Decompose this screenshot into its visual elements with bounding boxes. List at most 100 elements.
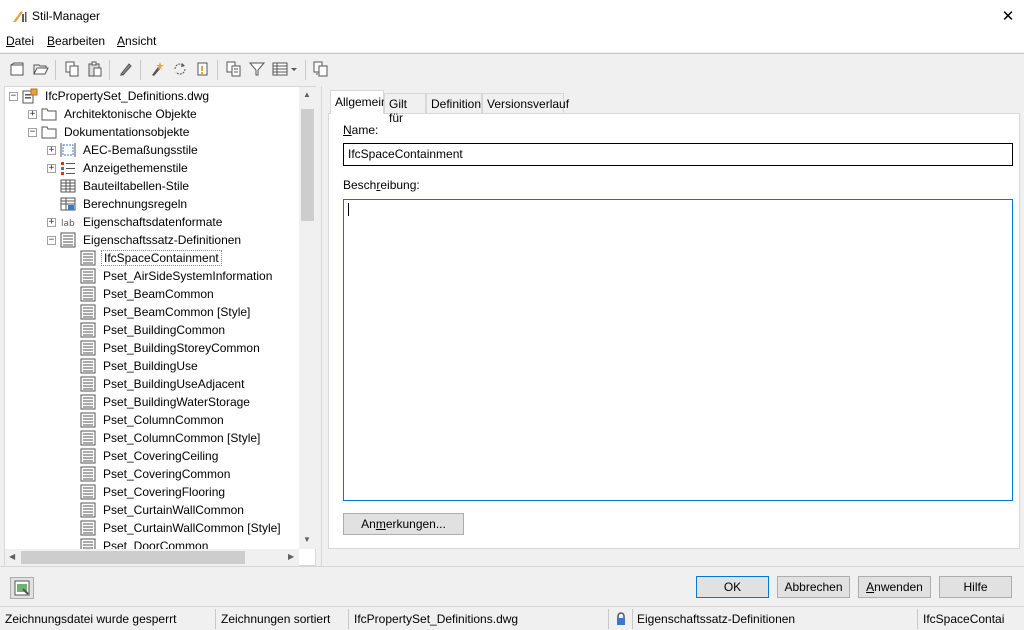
tree-horizontal-scrollbar[interactable]: ◀ ▶: [5, 549, 299, 566]
preview-icon: [14, 580, 30, 596]
new-drawing-icon: [10, 62, 24, 76]
tab-gilt-fuer[interactable]: Gilt für: [384, 93, 426, 125]
tree-item-eigenschaftssatz-definitionen[interactable]: − Eigenschaftssatz-Definitionen: [47, 231, 243, 249]
description-label: Beschreibung:: [343, 178, 420, 192]
filter-button[interactable]: [247, 59, 267, 79]
property-set-icon: [80, 394, 96, 410]
close-button[interactable]: ✕: [994, 2, 1022, 30]
filter-view-icon: [226, 61, 241, 77]
apply-button[interactable]: Anwenden: [858, 576, 931, 598]
tree-item-property-set[interactable]: Pset_CoveringCeiling: [80, 447, 220, 465]
style-tree[interactable]: − IfcPropertySet_Definitions.dwg + Archi…: [4, 86, 316, 566]
cancel-button[interactable]: Abbrechen: [777, 576, 850, 598]
tab-versionsverlauf[interactable]: Versionsverlauf: [482, 93, 569, 113]
tree-item-property-set[interactable]: Pset_CoveringCommon: [80, 465, 232, 483]
title-bar: [0, 0, 1024, 32]
tree-item-label: Pset_CurtainWallCommon: [103, 503, 244, 517]
property-set-icon: [80, 376, 96, 392]
property-set-icon: [80, 520, 96, 536]
tab-definition[interactable]: Definition: [426, 93, 482, 113]
filter-icon: [249, 62, 265, 76]
tab-allgemein[interactable]: Allgemein: [330, 90, 388, 114]
toggle-preview-button[interactable]: [10, 577, 34, 599]
tree-item-property-set[interactable]: Pset_BuildingStoreyCommon: [80, 339, 262, 357]
status-style: IfcSpaceContai: [923, 612, 1005, 626]
folder-icon: [41, 108, 57, 121]
property-set-icon: [80, 358, 96, 374]
tree-item-berechnungsregeln[interactable]: Berechnungsregeln: [47, 195, 189, 213]
tree-item-label: Pset_BuildingUseAdjacent: [103, 377, 245, 391]
sync-button[interactable]: [170, 59, 190, 79]
notes-button[interactable]: An m erkungen...: [343, 513, 464, 535]
scroll-up-icon[interactable]: ▲: [303, 90, 311, 99]
expand-icon[interactable]: +: [28, 109, 37, 119]
property-set-icon: [80, 268, 96, 284]
collapse-icon[interactable]: −: [28, 127, 37, 137]
copy-button[interactable]: [62, 59, 82, 79]
tree-item-property-set[interactable]: Pset_BeamCommon: [80, 285, 216, 303]
property-set-icon: [80, 322, 96, 338]
expand-icon[interactable]: +: [47, 217, 56, 227]
tree-item-anzeigethemenstile[interactable]: + Anzeigethemenstile: [47, 159, 190, 177]
filter-view-button[interactable]: [224, 59, 244, 79]
scroll-thumb[interactable]: [21, 551, 245, 564]
drawing-file-icon: [22, 88, 38, 104]
view-mode-dropdown[interactable]: [270, 59, 300, 79]
property-set-icon: [80, 502, 96, 518]
tree-item-property-set[interactable]: Pset_CurtainWallCommon: [80, 501, 246, 519]
text-caret: [348, 203, 349, 216]
tree-item-label: Pset_ColumnCommon: [103, 413, 224, 427]
menu-ansicht[interactable]: Ansicht: [117, 34, 156, 48]
tree-item-bauteiltabellen-stile[interactable]: Bauteiltabellen-Stile: [47, 177, 191, 195]
tree-vertical-scrollbar[interactable]: ▲ ▼: [299, 87, 316, 549]
calculation-rule-icon: [60, 197, 76, 211]
scroll-right-icon[interactable]: ▶: [288, 552, 294, 561]
scroll-down-icon[interactable]: ▼: [303, 535, 311, 544]
tree-item-label: Pset_CoveringCommon: [103, 467, 231, 481]
tree-item-property-set[interactable]: Pset_BeamCommon [Style]: [80, 303, 252, 321]
scroll-left-icon[interactable]: ◀: [9, 552, 15, 561]
menu-datei[interactable]: Datei: [6, 34, 34, 48]
tree-item-property-set[interactable]: Pset_BuildingUse: [80, 357, 200, 375]
tree-item-property-set[interactable]: Pset_AirSideSystemInformation: [80, 267, 274, 285]
tree-item-property-set[interactable]: Pset_CoveringFlooring: [80, 483, 227, 501]
tree-item-architektonische-objekte[interactable]: + Architektonische Objekte: [28, 105, 199, 123]
tree-item-property-set[interactable]: IfcSpaceContainment: [80, 249, 222, 267]
data-format-icon: lab: [61, 219, 75, 229]
name-input[interactable]: IfcSpaceContainment: [343, 143, 1013, 166]
scroll-thumb[interactable]: [301, 109, 314, 221]
purge-button[interactable]: [147, 59, 167, 79]
tree-root[interactable]: − IfcPropertySet_Definitions.dwg: [9, 87, 211, 105]
tree-item-eigenschaftsdatenformate[interactable]: + lab Eigenschaftsdatenformate: [47, 213, 224, 231]
update-button[interactable]: [193, 59, 213, 79]
new-drawing-button[interactable]: [7, 59, 27, 79]
paste-button[interactable]: [85, 59, 105, 79]
expand-icon[interactable]: +: [47, 145, 56, 155]
toolbar-separator: [305, 60, 306, 80]
status-bar: Zeichnungsdatei wurde gesperrt Zeichnung…: [0, 606, 1024, 630]
edit-button[interactable]: [116, 59, 136, 79]
paste-icon: [88, 61, 102, 77]
tree-item-property-set[interactable]: Pset_ColumnCommon: [80, 411, 226, 429]
tree-item-aec-bemassungsstile[interactable]: + AEC-Bemaßungsstile: [47, 141, 200, 159]
tree-item-label: Pset_BuildingWaterStorage: [103, 395, 250, 409]
toolbar-separator: [55, 60, 56, 80]
open-drawing-button[interactable]: [31, 59, 51, 79]
description-textarea[interactable]: [343, 199, 1013, 501]
ok-button[interactable]: OK: [696, 576, 769, 598]
help-button[interactable]: Hilfe: [939, 576, 1012, 598]
tree-item-property-set[interactable]: Pset_CurtainWallCommon [Style]: [80, 519, 283, 537]
status-separator: [917, 609, 918, 629]
tree-item-property-set[interactable]: Pset_BuildingWaterStorage: [80, 393, 252, 411]
tree-item-property-set[interactable]: Pset_ColumnCommon [Style]: [80, 429, 262, 447]
tree-item-property-set[interactable]: Pset_BuildingUseAdjacent: [80, 375, 246, 393]
tree-item-dokumentationsobjekte[interactable]: − Dokumentationsobjekte: [28, 123, 191, 141]
toggle-view-button[interactable]: [311, 59, 331, 79]
expand-icon[interactable]: +: [47, 163, 56, 173]
tree-item-property-set[interactable]: Pset_BuildingCommon: [80, 321, 227, 339]
collapse-icon[interactable]: −: [9, 91, 18, 101]
collapse-icon[interactable]: −: [47, 235, 56, 245]
menu-bearbeiten[interactable]: Bearbeiten: [47, 34, 105, 48]
property-set-icon: [80, 304, 96, 320]
tree-item-label: IfcSpaceContainment: [101, 250, 222, 266]
